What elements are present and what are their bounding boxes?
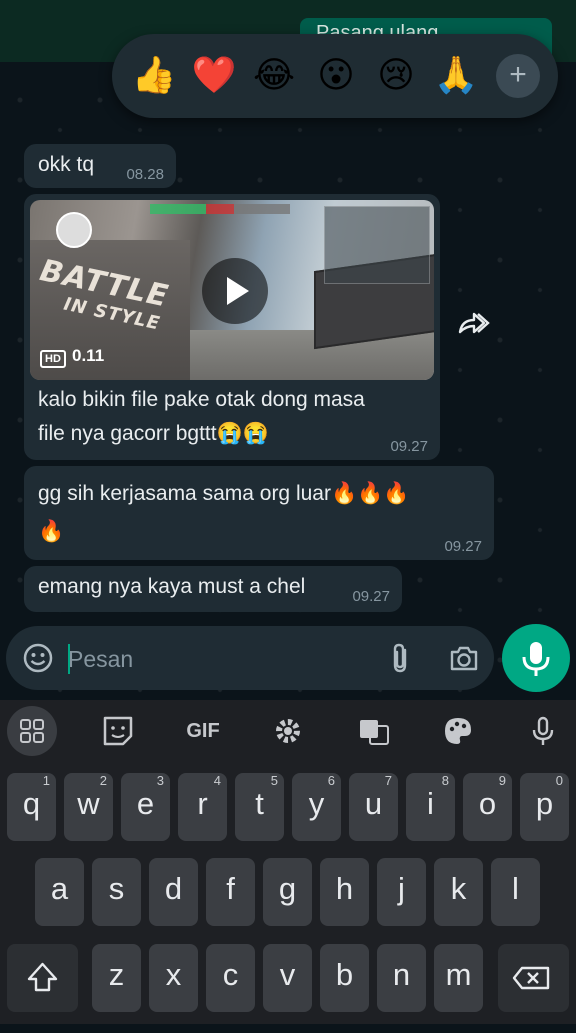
sticker-icon[interactable]	[93, 706, 143, 756]
keyboard-toolbar: GIF	[0, 700, 576, 762]
message-text: emang nya kaya must a chel	[38, 575, 306, 598]
message-composer: Pesan	[6, 626, 494, 690]
forward-icon[interactable]	[454, 308, 494, 344]
key-j[interactable]: j	[377, 858, 426, 926]
key-f[interactable]: f	[206, 858, 255, 926]
key-u[interactable]: u7	[349, 773, 398, 841]
key-v[interactable]: v	[263, 944, 312, 1012]
video-message-bubble[interactable]: BATTLE IN STYLE HD 0.11 kalo bikin file …	[24, 194, 440, 460]
apps-grid-icon[interactable]	[7, 706, 57, 756]
shift-key[interactable]	[7, 944, 78, 1012]
message-time: 09.27	[444, 538, 482, 555]
key-s[interactable]: s	[92, 858, 141, 926]
key-h[interactable]: h	[320, 858, 369, 926]
key-number-hint: 8	[441, 773, 449, 788]
key-number-hint: 7	[384, 773, 392, 788]
settings-gear-icon[interactable]	[263, 706, 313, 756]
attach-icon[interactable]	[386, 642, 416, 674]
theme-palette-icon[interactable]	[433, 706, 483, 756]
key-p[interactable]: p0	[520, 773, 569, 841]
key-i[interactable]: i8	[406, 773, 455, 841]
key-e[interactable]: e3	[121, 773, 170, 841]
add-reaction-button[interactable]: +	[496, 54, 540, 98]
chat-area: Pasang ulang 👍 ❤️ 😂 😮 😢 🙏 + okk tq 08.28…	[0, 0, 576, 700]
reaction-surprised[interactable]: 😮	[312, 52, 360, 100]
key-c[interactable]: c	[206, 944, 255, 1012]
key-number-hint: 2	[99, 773, 107, 788]
key-o[interactable]: o9	[463, 773, 512, 841]
key-number-hint: 1	[42, 773, 50, 788]
key-label: o	[478, 786, 497, 821]
key-label: y	[308, 786, 325, 821]
video-thumbnail[interactable]: BATTLE IN STYLE HD 0.11	[30, 200, 434, 380]
message-text-line-1: gg sih kerjasama sama org luar🔥🔥🔥	[38, 482, 410, 505]
key-x[interactable]: x	[149, 944, 198, 1012]
message-text-line-2: file nya gacorr bgttt😭😭	[38, 422, 269, 445]
reaction-heart[interactable]: ❤️	[190, 52, 238, 100]
key-a[interactable]: a	[35, 858, 84, 926]
key-w[interactable]: w2	[64, 773, 113, 841]
camera-icon[interactable]	[448, 643, 480, 673]
message-time: 08.28	[126, 166, 164, 183]
emoji-icon[interactable]	[22, 642, 54, 674]
key-label: w	[77, 786, 100, 821]
message-bubble[interactable]: emang nya kaya must a chel 09.27	[24, 566, 402, 612]
message-time: 09.27	[352, 588, 390, 605]
key-number-hint: 3	[156, 773, 164, 788]
key-label: i	[427, 786, 434, 821]
reaction-sad[interactable]: 😢	[372, 52, 420, 100]
key-label: u	[364, 786, 383, 821]
reaction-bar: 👍 ❤️ 😂 😮 😢 🙏 +	[112, 34, 558, 118]
message-input[interactable]: Pesan	[68, 644, 368, 676]
text-cursor	[68, 644, 70, 674]
key-n[interactable]: n	[377, 944, 426, 1012]
message-text: okk tq	[38, 153, 95, 176]
video-scene-hud	[150, 204, 290, 214]
key-label: r	[197, 786, 208, 821]
voice-input-icon[interactable]	[518, 706, 568, 756]
key-number-hint: 5	[270, 773, 278, 788]
key-g[interactable]: g	[263, 858, 312, 926]
translate-icon[interactable]	[348, 706, 398, 756]
key-number-hint: 4	[213, 773, 221, 788]
key-z[interactable]: z	[92, 944, 141, 1012]
video-scene-minimap	[324, 206, 430, 284]
key-t[interactable]: t5	[235, 773, 284, 841]
message-text-line-2: 🔥	[38, 520, 65, 543]
key-m[interactable]: m	[434, 944, 483, 1012]
gif-button[interactable]: GIF	[178, 706, 228, 756]
message-bubble[interactable]: okk tq 08.28	[24, 144, 176, 188]
video-duration: 0.11	[72, 346, 105, 365]
message-text-line-1: kalo bikin file pake otak dong masa	[38, 388, 365, 411]
key-label: t	[255, 786, 264, 821]
key-number-hint: 6	[327, 773, 335, 788]
microphone-icon	[522, 642, 550, 676]
hd-badge: HD	[40, 350, 66, 368]
play-button[interactable]	[202, 258, 268, 324]
video-avatar-icon	[56, 212, 92, 248]
backspace-key[interactable]	[498, 944, 569, 1012]
reaction-pray[interactable]: 🙏	[432, 52, 480, 100]
shift-arrow-icon	[27, 962, 58, 992]
key-d[interactable]: d	[149, 858, 198, 926]
key-b[interactable]: b	[320, 944, 369, 1012]
voice-record-button[interactable]	[502, 624, 570, 692]
key-label: q	[22, 786, 41, 821]
message-time: 09.27	[390, 438, 428, 455]
video-scene-ground	[190, 330, 434, 380]
key-l[interactable]: l	[491, 858, 540, 926]
key-y[interactable]: y6	[292, 773, 341, 841]
key-q[interactable]: q1	[7, 773, 56, 841]
key-label: p	[535, 786, 554, 821]
reaction-laughing[interactable]: 😂	[250, 52, 298, 100]
keyboard: GIF q1w2e3r4t5y6u 7 i 8 o 9 p 0 a s d f …	[0, 700, 576, 1024]
key-number-hint: 0	[555, 773, 563, 788]
key-k[interactable]: k	[434, 858, 483, 926]
backspace-icon	[512, 966, 550, 990]
reaction-thumbs-up[interactable]: 👍	[130, 52, 178, 100]
message-bubble[interactable]: gg sih kerjasama sama org luar🔥🔥🔥 🔥 09.2…	[24, 466, 494, 560]
key-number-hint: 9	[498, 773, 506, 788]
key-r[interactable]: r4	[178, 773, 227, 841]
key-label: e	[136, 786, 155, 821]
